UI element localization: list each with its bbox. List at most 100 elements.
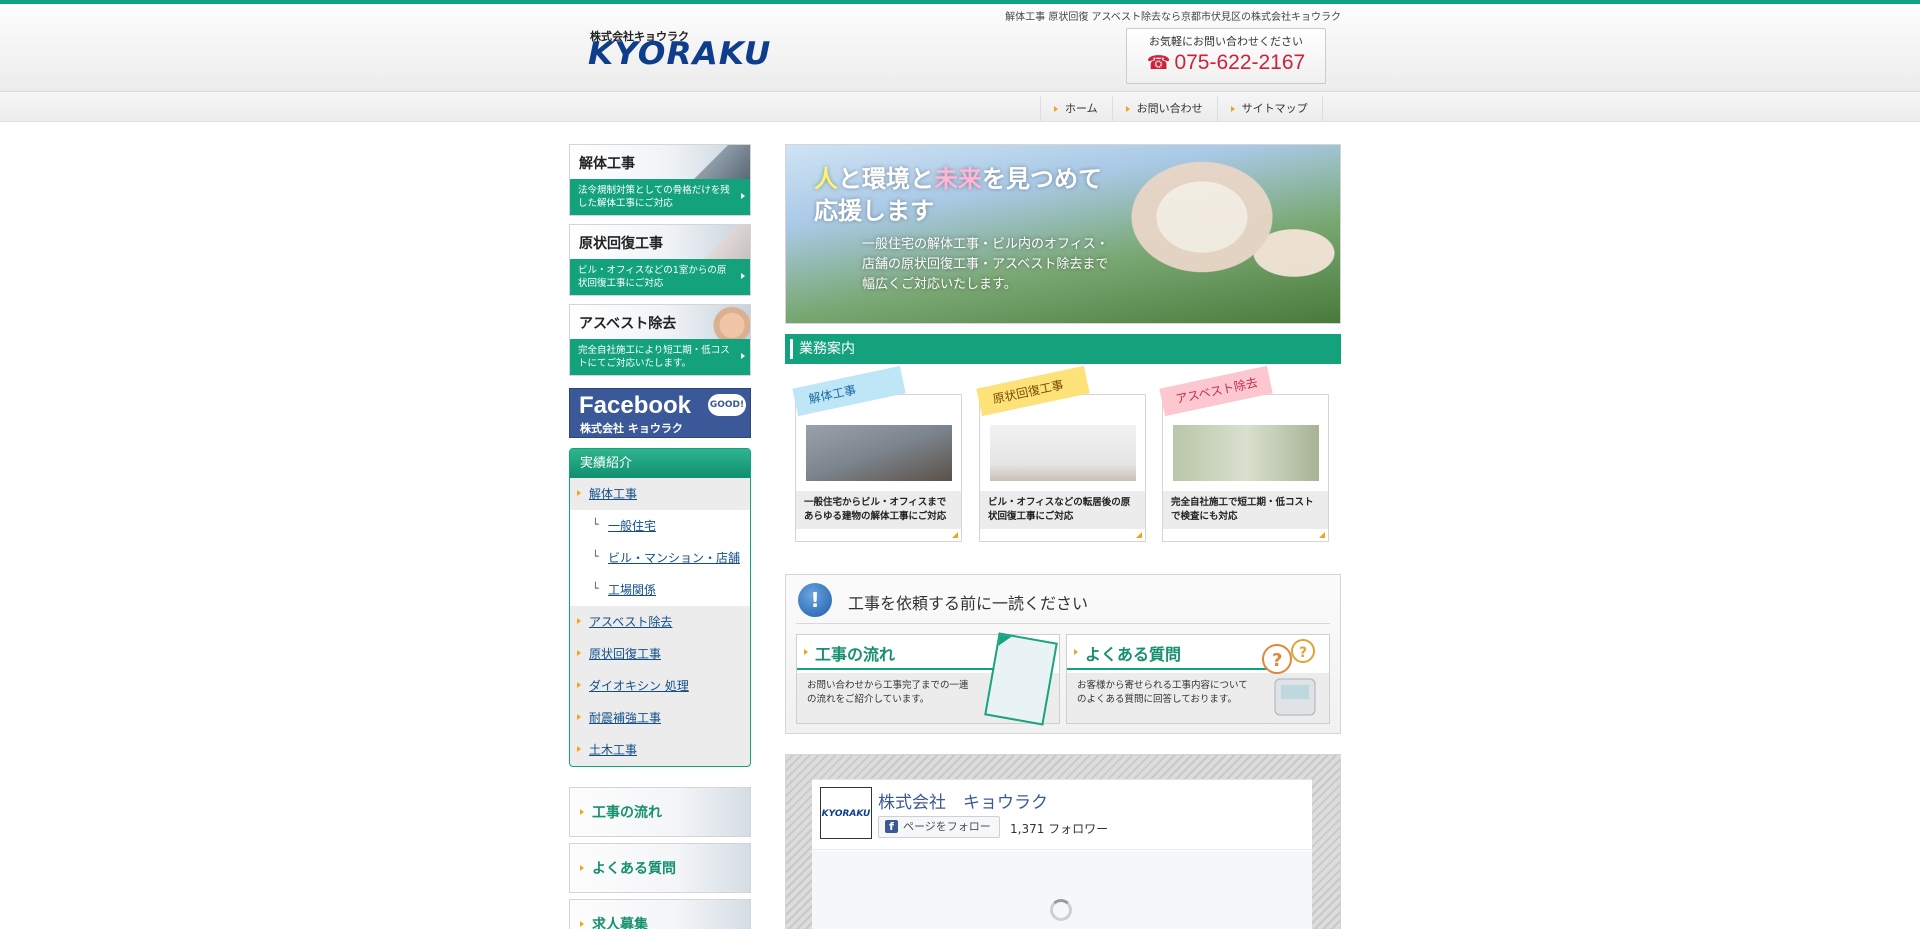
phone-icon: ☎ [1146,53,1171,74]
facebook-feed [812,851,1312,929]
card-desc: 完全自社施工で短工期・低コストで検査にも対応 [1163,491,1328,529]
hero-word: と [838,165,862,193]
hero-heading: 人と環境と未来を見つめて 応援します [814,163,1102,227]
works-link-demolition[interactable]: 解体工事 [589,487,637,501]
notice-panel: ! 工事を依頼する前に一読ください 工事の流れ お問い合わせから工事完了までの一… [785,574,1341,734]
works-link-building[interactable]: ビル・マンション・店舗 [608,551,740,565]
sidebar-button-flow[interactable]: 工事の流れ [569,787,751,837]
works-item: ダイオキシン 処理 [570,670,750,702]
notice-box-title: よくある質問 [1073,641,1181,665]
notice-title: 工事を依頼する前に一読ください [848,594,1089,613]
service-desc: 完全自社施工により短工期・低コストにてご対応いたします。 [570,339,750,375]
facebook-page-header: KYORAKU 株式会社 キョウラク ページをフォロー 1,371 フォロワー [812,780,1312,850]
notice-box-faq[interactable]: よくある質問 お客様から寄せられる工事内容についてのよくある質問に回答しておりま… [1066,634,1330,724]
hero-word: 環境 [862,165,910,193]
hero-word: を見つめて [982,165,1102,193]
contact-phone[interactable]: ☎ 075-622-2167 [1127,51,1325,75]
works-link-house[interactable]: 一般住宅 [608,519,656,533]
card-tag: アスベスト除去 [1159,365,1273,417]
site-tagline: 解体工事 原状回復 アスベスト除去なら京都市伏見区の株式会社キョウラク [1005,12,1341,23]
facebook-page-name[interactable]: 株式会社 キョウラク [878,788,1048,813]
sidebar-service-restoration[interactable]: 原状回復工事 ビル・オフィスなどの1室からの原状回復工事にご対応 [569,224,751,296]
main-content: 人と環境と未来を見つめて 応援します 一般住宅の解体工事・ビル内のオフィス・ 店… [785,144,1341,929]
hero-para-line: 一般住宅の解体工事・ビル内のオフィス・ [862,237,1109,252]
works-link-seismic[interactable]: 耐震補強工事 [589,711,661,725]
building-image [690,145,750,179]
follower-count: 1,371 フォロワー [1010,822,1109,836]
global-nav: ホーム お問い合わせ サイトマップ [1040,96,1323,122]
question-phone-icon: ? ? [1261,637,1321,721]
contact-label: お気軽にお問い合わせください [1149,35,1303,48]
works-heading: 実績紹介 [570,449,750,478]
hero-banner: 人と環境と未来を見つめて 応援します 一般住宅の解体工事・ビル内のオフィス・ 店… [785,144,1341,324]
svg-text:?: ? [1272,650,1282,671]
notice-divider [796,623,1330,624]
hero-word: 人 [814,165,838,193]
works-subitem: ビル・マンション・店舗 [570,541,750,574]
card-desc: 一般住宅からビル・オフィスまであらゆる建物の解体工事にご対応 [796,491,961,529]
phone-number: 075-622-2167 [1174,51,1306,74]
works-item: 土木工事 [570,734,750,766]
works-item: 解体工事 [570,478,750,510]
works-link-factory[interactable]: 工場関係 [608,583,656,597]
nav-contact[interactable]: お問い合わせ [1111,96,1217,122]
button-label: 求人募集 [592,917,648,929]
business-cards: 解体工事 一般住宅からビル・オフィスまであらゆる建物の解体工事にご対応 原状回復… [785,365,1341,556]
service-title: 解体工事 [579,156,635,172]
service-title: アスベスト除去 [579,316,677,332]
excavator-image [806,425,952,481]
works-menu: 実績紹介 解体工事 一般住宅 ビル・マンション・店舗 工場関係 アスベスト除去 … [569,448,751,767]
works-item: 原状回復工事 [570,638,750,670]
svg-text:?: ? [1299,645,1307,661]
business-card-demolition[interactable]: 解体工事 一般住宅からビル・オフィスまであらゆる建物の解体工事にご対応 [792,365,962,542]
like-badge-icon: GOOD! [708,394,746,416]
works-link-civil[interactable]: 土木工事 [589,743,637,757]
works-subitem: 一般住宅 [570,509,750,542]
hero-paragraph: 一般住宅の解体工事・ビル内のオフィス・ 店舗の原状回復工事・アスベスト除去まで … [862,235,1109,295]
button-label: よくある質問 [592,861,676,877]
facebook-banner[interactable]: Facebook 株式会社 キョウラク GOOD! [569,388,751,438]
loading-spinner-icon [1050,899,1072,921]
sidebar: 解体工事 法令規制対策としての骨格だけを残した解体工事にご対応 原状回復工事 ビ… [569,144,751,929]
business-card-restoration[interactable]: 原状回復工事 ビル・オフィスなどの転居後の原状回復工事にご対応 [976,365,1146,542]
family-photo [1110,145,1340,323]
page-wrapper: 解体工事 原状回復 アスベスト除去なら京都市伏見区の株式会社キョウラク 株式会社… [569,0,1341,929]
contact-box: お気軽にお問い合わせください ☎ 075-622-2167 [1126,28,1326,84]
notice-box-underline [1067,668,1267,670]
service-title: 原状回復工事 [579,236,663,252]
button-label: 工事の流れ [592,805,662,821]
works-link-restoration[interactable]: 原状回復工事 [589,647,661,661]
follow-page-button[interactable]: ページをフォロー [878,816,1000,838]
works-subitem: 工場関係 [570,573,750,606]
works-link-dioxin[interactable]: ダイオキシン 処理 [589,679,689,693]
service-desc: 法令規制対策としての骨格だけを残した解体工事にご対応 [570,179,750,215]
sidebar-button-faq[interactable]: よくある質問 [569,843,751,893]
hero-para-line: 店舗の原状回復工事・アスベスト除去まで [862,257,1109,272]
logo[interactable]: KYORAKU [588,36,771,72]
card-tag: 原状回復工事 [976,365,1090,417]
room-image [690,225,750,259]
hero-line2: 応援します [814,197,934,225]
works-item: 耐震補強工事 [570,702,750,734]
works-item: アスベスト除去 [570,606,750,638]
sidebar-service-asbestos[interactable]: アスベスト除去 完全自社施工により短工期・低コストにてご対応いたします。 [569,304,751,376]
card-tag: 解体工事 [792,365,906,417]
facebook-page-box: KYORAKU 株式会社 キョウラク ページをフォロー 1,371 フォロワー [812,779,1312,929]
business-heading: 業務案内 [785,334,1341,364]
works-link-asbestos[interactable]: アスベスト除去 [589,615,672,629]
info-icon: ! [798,583,832,617]
facebook-sub: 株式会社 キョウラク [580,422,683,435]
business-card-asbestos[interactable]: アスベスト除去 完全自社施工で短工期・低コストで検査にも対応 [1159,365,1329,542]
sidebar-button-recruit[interactable]: 求人募集 [569,899,751,929]
empty-room-image [990,425,1136,481]
facebook-title: Facebook [579,392,692,419]
facebook-page-logo[interactable]: KYORAKU [820,787,872,839]
nav-sitemap[interactable]: サイトマップ [1216,96,1323,122]
hero-word: と [910,165,934,193]
sidebar-service-demolition[interactable]: 解体工事 法令規制対策としての骨格だけを残した解体工事にご対応 [569,144,751,216]
notice-box-flow[interactable]: 工事の流れ お問い合わせから工事完了までの一連の流れをご紹介しています。 [796,632,1060,726]
nav-home[interactable]: ホーム [1040,96,1112,122]
hero-word: 未来 [934,165,982,193]
notice-box-title: 工事の流れ [803,641,895,665]
hero-para-line: 幅広くご対応いたします。 [862,277,1017,292]
